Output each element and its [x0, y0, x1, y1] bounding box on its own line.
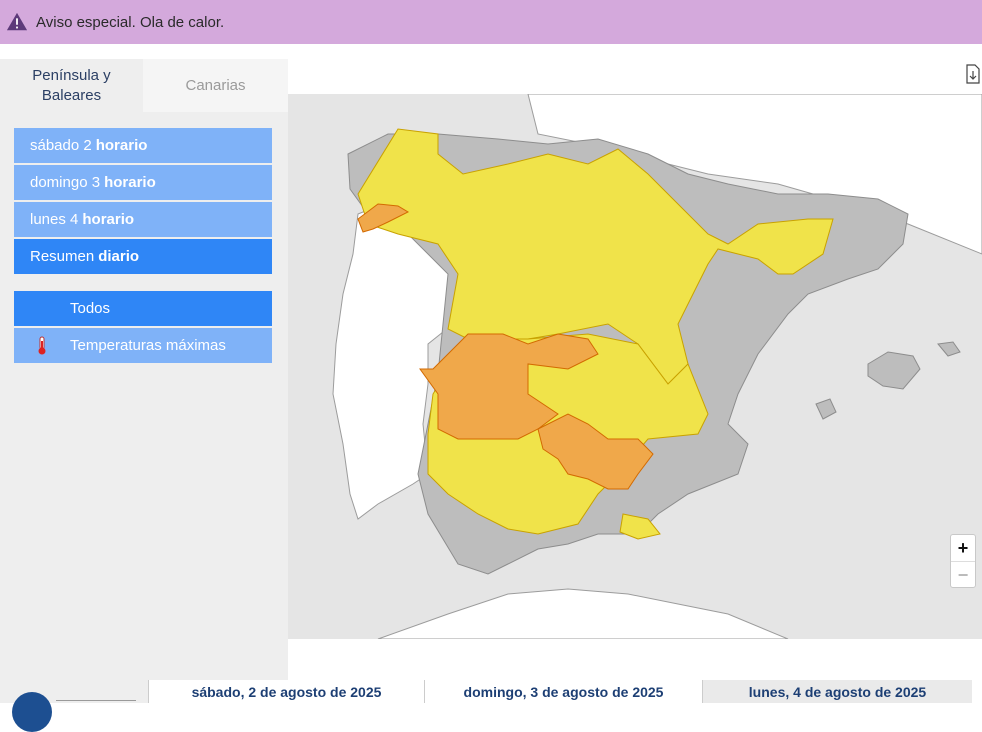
zoom-out-button[interactable]: −: [951, 562, 975, 588]
timeline-track: [0, 680, 148, 732]
thermometer-icon: [38, 336, 46, 354]
day-prefix: domingo 3: [30, 174, 101, 191]
tab-peninsula-label: Península y Baleares: [32, 66, 111, 104]
download-icon[interactable]: [965, 64, 981, 84]
timeline-bar: sábado, 2 de agosto de 2025 domingo, 3 d…: [0, 680, 982, 732]
timeline-date-2[interactable]: domingo, 3 de agosto de 2025: [424, 680, 702, 703]
tab-canarias-label: Canarias: [185, 76, 246, 94]
filter-todos[interactable]: Todos: [14, 291, 272, 326]
balearic-ibiza: [815, 398, 837, 420]
day-prefix: sábado 2: [30, 137, 92, 154]
day-list: sábado 2 horario domingo 3 horario lunes…: [14, 128, 272, 276]
region-tabs: Península y Baleares Canarias: [0, 59, 288, 112]
map-svg: [332, 94, 982, 639]
balearic-mallorca: [867, 351, 921, 390]
zoom-control: + −: [950, 534, 976, 588]
day-button-resumen[interactable]: Resumen diario: [14, 239, 272, 274]
left-panel: Península y Baleares Canarias sábado 2 h…: [0, 59, 288, 680]
day-mode: horario: [95, 137, 148, 154]
tab-peninsula[interactable]: Península y Baleares: [0, 59, 143, 112]
africa-land: [377, 588, 789, 639]
filter-label: Todos: [70, 300, 111, 317]
warning-icon: [6, 12, 28, 31]
day-prefix: Resumen: [30, 248, 95, 265]
filter-temperaturas-maximas[interactable]: Temperaturas máximas: [14, 328, 272, 363]
day-button-sabado[interactable]: sábado 2 horario: [14, 128, 272, 163]
tab-canarias[interactable]: Canarias: [143, 59, 288, 112]
filter-label: Temperaturas máximas: [70, 337, 226, 354]
day-mode: diario: [98, 248, 140, 265]
alert-text: Aviso especial. Ola de calor.: [36, 13, 225, 31]
warning-map[interactable]: aemet: [288, 94, 982, 639]
day-button-domingo[interactable]: domingo 3 horario: [14, 165, 272, 200]
timeline-date-3[interactable]: lunes, 4 de agosto de 2025: [702, 680, 972, 703]
day-mode: horario: [104, 174, 156, 191]
timeline-date-1[interactable]: sábado, 2 de agosto de 2025: [148, 680, 424, 703]
phenomenon-filter-list: Todos Temperaturas máximas: [14, 291, 272, 365]
zoom-in-button[interactable]: +: [951, 535, 975, 562]
day-mode: horario: [82, 211, 135, 228]
day-prefix: lunes 4: [30, 211, 79, 228]
alert-banner: Aviso especial. Ola de calor.: [0, 0, 982, 44]
timeline-handle[interactable]: [12, 692, 52, 732]
balearic-menorca: [937, 341, 961, 357]
day-button-lunes[interactable]: lunes 4 horario: [14, 202, 272, 237]
